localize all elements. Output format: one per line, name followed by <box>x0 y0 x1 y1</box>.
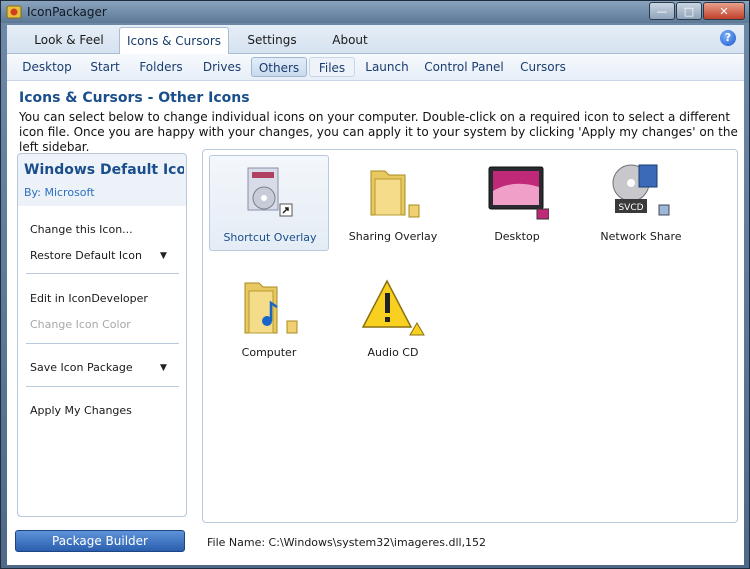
icon-tile-desktop[interactable]: Desktop <box>457 155 577 251</box>
minimize-button[interactable]: — <box>649 2 675 20</box>
iconpackager-app-icon <box>6 5 22 19</box>
restore-default-icon-link[interactable]: Restore Default Icon <box>30 249 142 262</box>
help-icon[interactable]: ? <box>720 30 736 46</box>
sidebar-divider <box>26 386 179 387</box>
icon-tile-shortcut-overlay[interactable]: Shortcut Overlay <box>209 155 329 251</box>
subtab-folders[interactable]: Folders <box>133 57 189 77</box>
subtab-start[interactable]: Start <box>83 57 127 77</box>
save-icon-package-link[interactable]: Save Icon Package <box>30 361 133 374</box>
subtab-launch[interactable]: Launch <box>359 57 415 77</box>
icon-label: Desktop <box>494 230 540 243</box>
subtab-others[interactable]: Others <box>251 57 307 77</box>
package-builder-button[interactable]: Package Builder <box>15 530 185 552</box>
icon-tile-sharing-overlay[interactable]: Sharing Overlay <box>333 155 453 251</box>
icon-grid-panel: Shortcut Overlay Sharing Overlay Desktop… <box>202 149 738 523</box>
tab-icons-and-cursors[interactable]: Icons & Cursors <box>119 27 229 54</box>
save-dropdown-arrow-icon[interactable]: ▼ <box>160 363 167 373</box>
computer-icon <box>244 282 298 334</box>
client-area: Look & Feel Icons & Cursors Settings Abo… <box>7 25 744 565</box>
icon-label: Network Share <box>600 230 682 243</box>
sidebar-divider <box>26 273 179 274</box>
audio-cd-icon <box>361 279 425 336</box>
subtab-desktop[interactable]: Desktop <box>15 57 79 77</box>
network-share-icon: SVCD <box>612 164 670 216</box>
package-title[interactable]: Windows Default Ico... <box>24 162 184 178</box>
icon-label: Shortcut Overlay <box>223 231 317 244</box>
tab-about[interactable]: About <box>311 27 389 52</box>
change-icon-link[interactable]: Change this Icon... <box>30 223 133 236</box>
tab-settings[interactable]: Settings <box>231 27 313 52</box>
sharing-overlay-icon <box>370 170 420 218</box>
sidebar-divider <box>26 343 179 344</box>
subtab-files[interactable]: Files <box>309 57 355 77</box>
icon-label: Audio CD <box>367 346 419 359</box>
tab-look-and-feel[interactable]: Look & Feel <box>21 27 117 52</box>
icon-tile-audio-cd[interactable]: Audio CD <box>333 271 453 367</box>
maximize-button[interactable]: □ <box>676 2 702 20</box>
apply-my-changes-link[interactable]: Apply My Changes <box>30 404 132 417</box>
subtab-drives[interactable]: Drives <box>195 57 249 77</box>
file-name-status: File Name: C:\Windows\system32\imageres.… <box>207 536 487 549</box>
window-title: IconPackager <box>27 5 107 19</box>
shortcut-overlay-icon <box>247 167 293 217</box>
page-title: Icons & Cursors - Other Icons <box>19 90 250 106</box>
sidebar-actions: Change this Icon... Restore Default Icon… <box>18 206 186 516</box>
svcd-badge-text: SVCD <box>618 203 643 213</box>
title-bar[interactable]: IconPackager — □ ✕ <box>1 1 749 23</box>
main-tab-bar: Look & Feel Icons & Cursors Settings Abo… <box>7 25 744 54</box>
icon-label: Sharing Overlay <box>348 230 438 243</box>
edit-in-icondeveloper-link[interactable]: Edit in IconDeveloper <box>30 292 148 305</box>
sub-tab-bar: Desktop Start Folders Drives Others File… <box>7 54 744 81</box>
app-window: IconPackager — □ ✕ Look & Feel Icons & C… <box>0 0 750 569</box>
icon-tile-computer[interactable]: Computer <box>209 271 329 367</box>
icon-tile-network-share[interactable]: SVCD Network Share <box>581 155 701 251</box>
desktop-icon <box>488 166 549 220</box>
change-icon-color-link: Change Icon Color <box>30 318 131 331</box>
sidebar: Windows Default Ico... By: Microsoft Cha… <box>17 153 187 517</box>
restore-dropdown-arrow-icon[interactable]: ▼ <box>160 251 167 261</box>
close-button[interactable]: ✕ <box>703 2 745 20</box>
package-author: By: Microsoft <box>24 186 95 199</box>
icon-label: Computer <box>241 346 297 359</box>
subtab-cursors[interactable]: Cursors <box>513 57 573 77</box>
subtab-control-panel[interactable]: Control Panel <box>421 57 507 77</box>
